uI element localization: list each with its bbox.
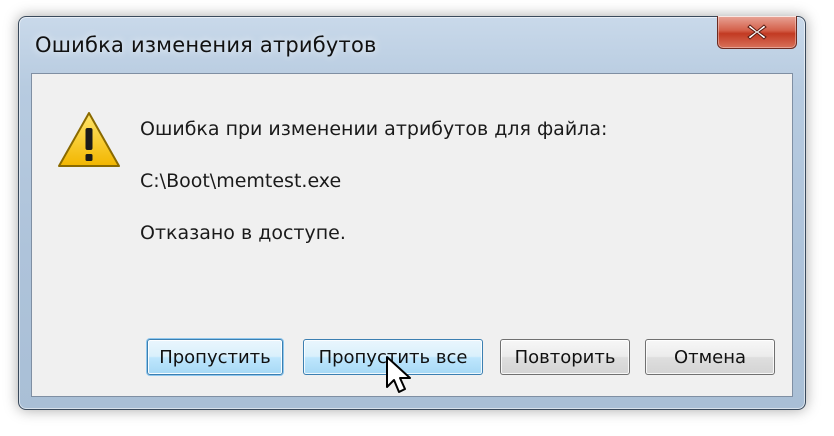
title-bar[interactable]: Ошибка изменения атрибутов (19, 16, 805, 71)
close-icon (747, 24, 767, 40)
error-reason: Отказано в доступе. (140, 222, 346, 244)
dialog-content: Ошибка при изменении атрибутов для файла… (31, 73, 793, 397)
error-message: Ошибка при изменении атрибутов для файла… (140, 118, 608, 140)
close-button[interactable] (717, 16, 797, 49)
skip-button[interactable]: Пропустить (147, 339, 283, 375)
warning-icon (58, 112, 120, 167)
dialog-title: Ошибка изменения атрибутов (35, 33, 377, 57)
mouse-pointer-icon (386, 356, 411, 393)
file-path: C:\Boot\memtest.exe (140, 170, 342, 192)
cancel-button[interactable]: Отмена (645, 339, 775, 375)
error-dialog: Ошибка изменения атрибутов Ошибка при из… (18, 16, 806, 410)
retry-button[interactable]: Повторить (500, 339, 630, 375)
